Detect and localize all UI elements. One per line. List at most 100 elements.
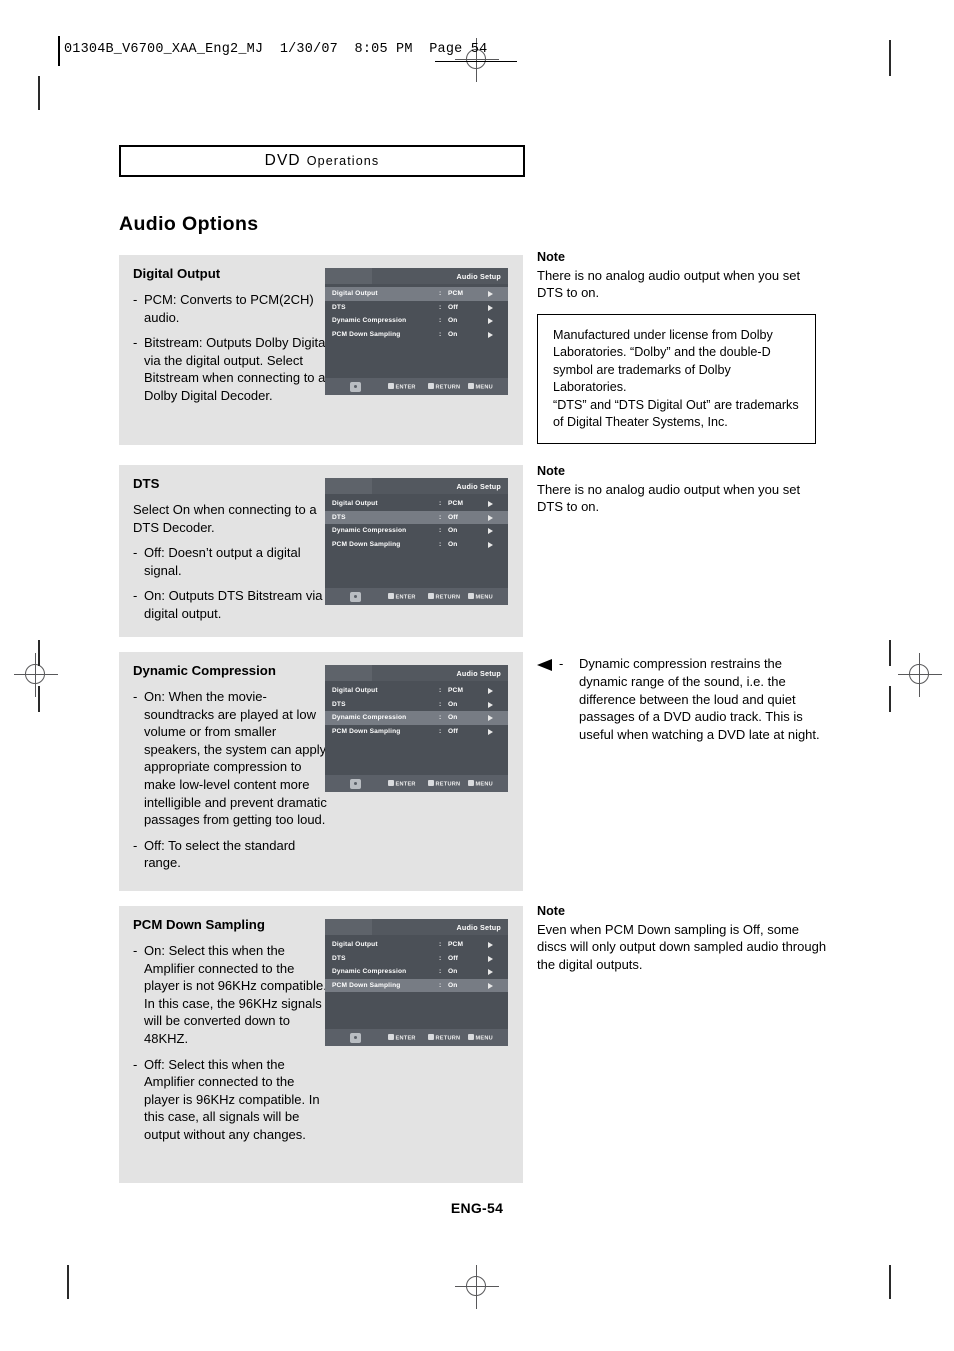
crop-mark-left-upper [38, 640, 40, 666]
osd-menu-row[interactable]: DTS: On [325, 698, 508, 712]
osd-row-label: DTS [332, 954, 346, 962]
chevron-right-icon[interactable] [488, 969, 493, 976]
dpad-icon [350, 778, 361, 789]
enter-key-hint: ENTER [388, 1034, 416, 1042]
paragraph-text: Off: Select this when the Amplifier conn… [144, 1056, 320, 1142]
osd-row-value: Off [448, 727, 458, 735]
osd-menu-row[interactable]: DTS: Off [325, 952, 508, 966]
osd-row-colon: : [439, 513, 442, 521]
osd-menu-row[interactable]: DTS: Off [325, 510, 508, 524]
bullet-paragraph: - On: Select this when the Amplifier conn… [133, 942, 333, 1048]
key-label: RETURN [435, 1035, 461, 1042]
osd-row-colon: : [439, 330, 442, 338]
osd-row-value: PCM [448, 500, 464, 507]
osd-row-label: DTS [332, 513, 346, 521]
paragraph-text: On: Outputs DTS Bitstream via digital ou… [144, 588, 323, 621]
osd-row-label: PCM Down Sampling [332, 330, 401, 338]
chevron-right-icon[interactable] [488, 514, 493, 521]
osd-row-colon: : [439, 290, 442, 297]
osd-menu-row[interactable]: Digital Output: PCM [325, 938, 508, 952]
osd-screenshot: Audio Setup Digital Output: PCM DTS: Off Dyna… [325, 268, 508, 395]
bullet-paragraph: - Bitstream: Outputs Dolby Digital via th… [133, 334, 333, 404]
chevron-right-icon[interactable] [488, 541, 493, 548]
paragraph: Select On when connecting to a DTS Decod… [133, 501, 333, 536]
osd-menu-row[interactable]: Digital Output: PCM [325, 497, 508, 511]
chevron-right-icon[interactable] [488, 715, 493, 722]
osd-row-colon: : [439, 687, 442, 694]
enter-key-hint: ENTER [388, 593, 416, 601]
osd-title: Audio Setup [456, 272, 501, 281]
dash-icon: - [133, 292, 138, 307]
osd-menu-row[interactable]: PCM Down Sampling: Off [325, 725, 508, 739]
section-heading: DTS [133, 476, 160, 491]
registration-mark-left [14, 653, 58, 697]
osd-bottom-bar: ENTER RETURN MENU [325, 588, 508, 605]
chevron-right-icon[interactable] [488, 728, 493, 735]
dpad-icon [350, 381, 361, 392]
osd-menu-row[interactable]: Digital Output: PCM [325, 684, 508, 698]
osd-bottom-bar: ENTER RETURN MENU [325, 378, 508, 395]
reg-circle [25, 664, 45, 684]
osd-menu-row[interactable]: DTS: Off [325, 301, 508, 315]
osd-top-bar: Audio Setup [325, 919, 508, 935]
osd-row-label: Dynamic Compression [332, 317, 407, 324]
key-glyph-icon [388, 1034, 394, 1040]
document-header-line: 01304B_V6700_XAA_Eng2_MJ 1/30/07 8:05 PM… [64, 42, 488, 57]
key-glyph-icon [468, 1034, 474, 1040]
chevron-right-icon[interactable] [488, 501, 493, 508]
bullet-paragraph: - On: When the movie-soundtracks are play… [133, 688, 333, 829]
section-body: Select On when connecting to a DTS Decod… [133, 501, 333, 631]
paragraph-text: Select On when connecting to a DTS Decod… [133, 502, 317, 535]
chevron-right-icon[interactable] [488, 955, 493, 962]
osd-row-colon: : [439, 500, 442, 507]
osd-screenshot: Audio Setup Digital Output: PCM DTS: Off Dyna… [325, 478, 508, 605]
osd-menu-row[interactable]: PCM Down Sampling: On [325, 328, 508, 342]
osd-menu-row[interactable]: PCM Down Sampling: On [325, 538, 508, 552]
osd-top-bar: Audio Setup [325, 268, 508, 284]
chevron-right-icon[interactable] [488, 528, 493, 535]
note-heading: Note [537, 250, 565, 264]
return-key-hint: RETURN [428, 593, 460, 601]
header-underline [435, 61, 517, 62]
chevron-right-icon[interactable] [488, 291, 493, 298]
enter-key-hint: ENTER [388, 383, 416, 391]
callout-dash: - [559, 656, 564, 671]
key-label: MENU [475, 1035, 493, 1042]
osd-tab [325, 919, 372, 935]
section-heading: PCM Down Sampling [133, 917, 265, 932]
chapter-title: DVD Operations [265, 152, 380, 170]
osd-row-label: PCM Down Sampling [332, 727, 401, 735]
key-glyph-icon [388, 593, 394, 599]
osd-row-colon: : [439, 981, 442, 989]
dash-icon: - [133, 1056, 138, 1072]
chevron-right-icon[interactable] [488, 982, 493, 989]
osd-top-bar: Audio Setup [325, 478, 508, 494]
osd-row-value: On [448, 330, 458, 338]
key-label: RETURN [435, 594, 461, 601]
osd-menu-row[interactable]: Dynamic Compression: On [325, 711, 508, 725]
menu-key-hint: MENU [468, 1034, 493, 1042]
chevron-right-icon[interactable] [488, 304, 493, 311]
osd-menu-row[interactable]: Dynamic Compression: On [325, 524, 508, 538]
chevron-right-icon[interactable] [488, 331, 493, 338]
chevron-right-icon[interactable] [488, 688, 493, 695]
chevron-right-icon[interactable] [488, 942, 493, 949]
osd-screenshot: Audio Setup Digital Output: PCM DTS: On Dynam… [325, 665, 508, 792]
osd-menu-row[interactable]: Dynamic Compression: On [325, 314, 508, 328]
osd-row-label: Digital Output [332, 500, 378, 507]
osd-tab [325, 268, 372, 284]
osd-menu-row[interactable]: Dynamic Compression: On [325, 965, 508, 979]
osd-title: Audio Setup [456, 669, 501, 678]
osd-menu-row[interactable]: Digital Output: PCM [325, 287, 508, 301]
chevron-right-icon[interactable] [488, 318, 493, 325]
osd-row-value: On [448, 714, 458, 721]
key-label: MENU [475, 384, 493, 391]
chevron-right-icon[interactable] [488, 701, 493, 708]
note-body: There is no analog audio output when you… [537, 267, 801, 301]
registration-mark-bottom [455, 1265, 499, 1309]
key-label: ENTER [395, 1035, 416, 1042]
key-label: ENTER [395, 384, 416, 391]
osd-menu-row[interactable]: PCM Down Sampling: On [325, 978, 508, 992]
osd-row-value: PCM [448, 687, 464, 694]
osd-row-value: PCM [448, 290, 464, 297]
